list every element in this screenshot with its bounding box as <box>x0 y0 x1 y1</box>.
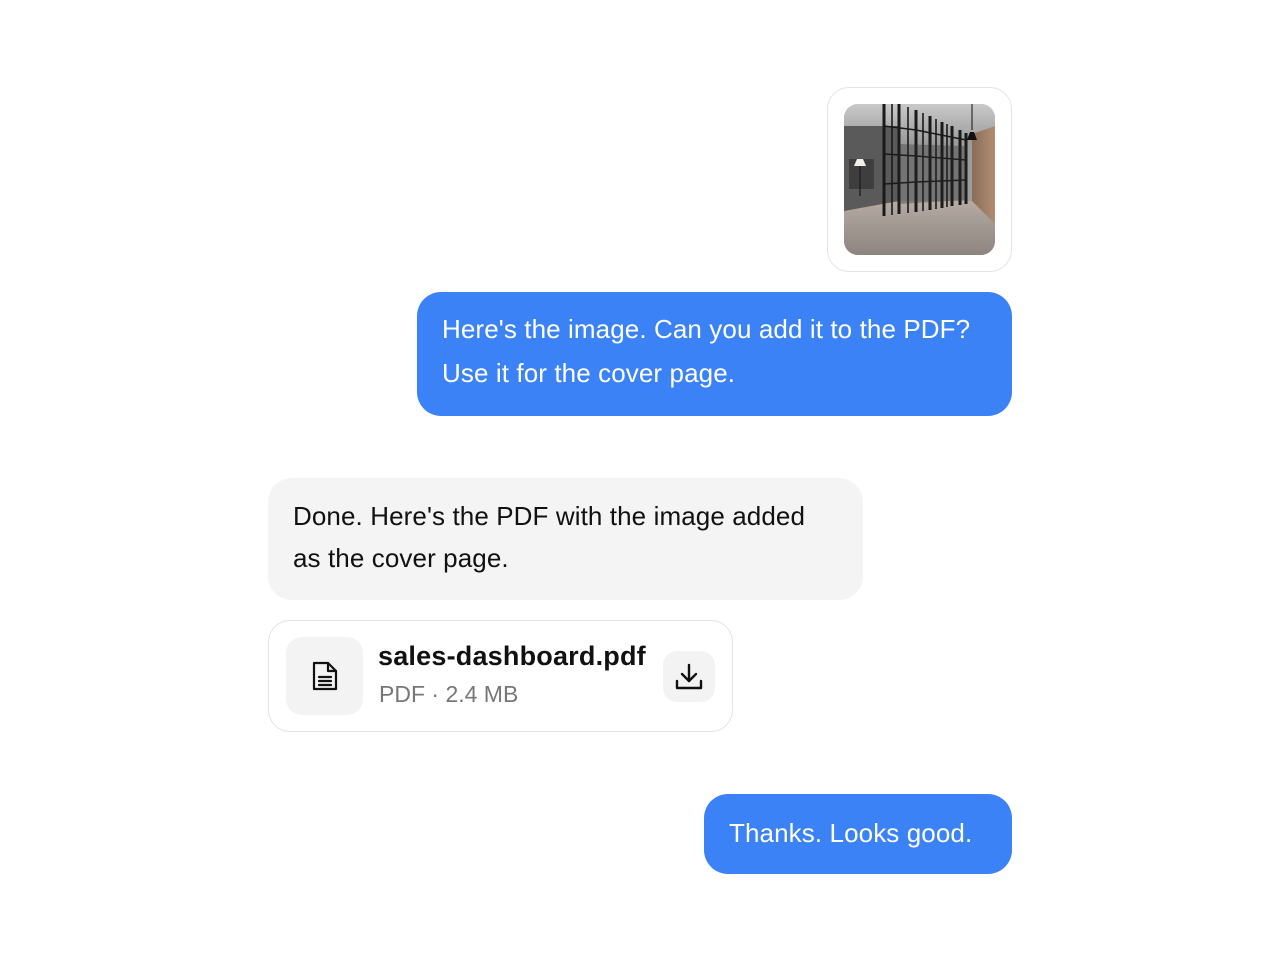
file-meta: PDF · 2.4 MB <box>379 681 519 707</box>
message-text: Thanks. Looks good. <box>729 818 973 848</box>
image-attachment[interactable] <box>827 87 1012 272</box>
image-thumbnail[interactable] <box>844 104 995 255</box>
office-corridor-photo <box>844 104 995 255</box>
file-attachment[interactable]: sales-dashboard.pdf PDF · 2.4 MB <box>268 620 733 732</box>
download-button[interactable] <box>663 651 715 702</box>
message-text: Done. Here's the PDF with the image adde… <box>293 501 806 573</box>
outgoing-message: Here's the image. Can you add it to the … <box>417 292 1012 416</box>
file-name: sales-dashboard.pdf <box>378 641 646 671</box>
incoming-message: Done. Here's the PDF with the image adde… <box>268 478 863 600</box>
download-icon <box>675 663 703 689</box>
message-text: Here's the image. Can you add it to the … <box>442 314 971 388</box>
document-icon <box>286 637 363 715</box>
outgoing-message: Thanks. Looks good. <box>704 794 1012 874</box>
